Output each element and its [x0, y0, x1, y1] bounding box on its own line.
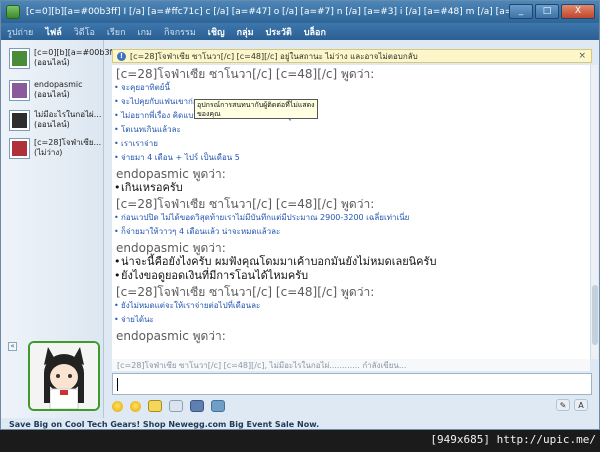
message-speaker: [c=28]โจฟ่าเซีย ซาโนวา[/c] [c=48][/c] พู…	[116, 67, 375, 81]
minimize-button[interactable]: _	[509, 4, 533, 19]
background-icon[interactable]	[211, 400, 225, 412]
wink-icon[interactable]	[130, 400, 141, 412]
menu-block[interactable]: บล็อก	[304, 25, 326, 39]
window-title: [c=0][b][a=#00b3ff] I [/a] [a=#ffc71c] c…	[26, 7, 531, 17]
contact-item[interactable]: endopasmic (ออนไลน์)	[9, 80, 101, 110]
my-display-picture[interactable]	[28, 341, 100, 411]
message-speaker: endopasmic พูดว่า:	[116, 167, 226, 181]
nudge-icon[interactable]	[148, 400, 162, 412]
collapse-sidebar-button[interactable]: «	[8, 342, 17, 351]
contact-status: (ออนไลน์)	[34, 120, 70, 129]
message-input[interactable]	[112, 373, 592, 395]
menu-games[interactable]: เกม	[138, 25, 152, 39]
menu-photos[interactable]: รูปถ่าย	[7, 25, 33, 39]
contact-name: endopasmic	[34, 80, 83, 89]
handwriting-mode-icon[interactable]: ✎	[556, 399, 570, 411]
font-icon[interactable]	[190, 400, 204, 412]
contact-name: [c=0][b][a=#00b3f...	[34, 48, 120, 57]
menu-call[interactable]: เรียก	[107, 25, 126, 39]
messenger-app-icon	[6, 5, 20, 19]
notification-text: [c=28]โจฟ่าเซีย ซาโนวา[/c] [c=48][/c] อย…	[130, 51, 418, 61]
contact-status: (ไม่ว่าง)	[34, 148, 63, 157]
contact-picture-image	[12, 51, 27, 66]
contact-status: (ออนไลน์)	[34, 58, 70, 67]
message-speaker: [c=28]โจฟ่าเซีย ซาโนวา[/c] [c=48][/c] พู…	[116, 285, 375, 299]
message-speaker: endopasmic พูดว่า:	[116, 241, 226, 255]
contact-picture	[9, 110, 30, 131]
scrollbar-thumb[interactable]	[592, 285, 598, 345]
maximize-button[interactable]: □	[535, 4, 559, 19]
contacts-sidebar: [c=0][b][a=#00b3f... (ออนไลน์) endopasmi…	[1, 40, 119, 429]
message-line: ไม่อยากพี่เรื่อง คิดแบบของเราอย่างรับรอง…	[112, 109, 590, 123]
contact-picture-image	[12, 141, 27, 156]
menu-groups[interactable]: กลุ่ม	[237, 25, 254, 39]
title-bar: [c=0][b][a=#00b3ff] I [/a] [a=#ffc71c] c…	[1, 1, 599, 23]
message-line: เราเราจ่าย	[112, 137, 590, 151]
handwriting-tools: ✎ A	[556, 399, 588, 411]
voice-clip-icon[interactable]	[169, 400, 183, 412]
anime-avatar-image	[30, 343, 98, 409]
contact-picture	[9, 138, 30, 159]
input-toolbar: ✎ A	[112, 399, 592, 413]
conversation-scrollbar[interactable]	[590, 65, 598, 359]
contact-item[interactable]: ไม่มีอะไรในกอไผ่... (ออนไลน์)	[9, 110, 101, 140]
contact-item[interactable]: [c=28]โจฟ่าเซีย... (ไม่ว่าง)	[9, 138, 101, 168]
conversation-area[interactable]: [c=28]โจฟ่าเซีย ซาโนวา[/c] [c=48][/c] พู…	[112, 65, 590, 359]
menu-invite[interactable]: เชิญ	[208, 25, 225, 39]
message-line: ยังไม่หมดแต่จะให้เราจ่ายต่อไปที่เดือนละ	[112, 299, 590, 313]
contact-picture	[9, 80, 30, 101]
close-button[interactable]: X	[561, 4, 595, 19]
menu-video[interactable]: วิดีโอ	[74, 25, 95, 39]
message-line: ก่อนเวปปิด ไม่ได้ขอดวิสุดท้ายเราไม่มีบัน…	[112, 211, 590, 225]
contact-status: (ออนไลน์)	[34, 90, 70, 99]
contact-picture-image	[12, 83, 27, 98]
typing-status: [c=28]โจฟ่าเซีย ซาโนวา[/c] [c=48][/c], ไ…	[112, 359, 590, 371]
window-controls: _ □ X	[509, 4, 595, 19]
message-speaker: [c=28]โจฟ่าเซีย ซาโนวา[/c] [c=48][/c] พู…	[116, 197, 375, 211]
contact-name: ไม่มีอะไรในกอไผ่...	[34, 110, 102, 119]
message-line: น่าจะนี้คือยังไงครับ ผมฟังคุณโดมมาเค้าบอ…	[112, 255, 590, 269]
contact-name: [c=28]โจฟ่าเซีย...	[34, 138, 102, 147]
message-line: เกินเหรอครับ	[112, 181, 590, 195]
contact-picture	[9, 48, 30, 69]
tooltip: อุปกรณ์การสนทนากับผู้ติดต่อที่ไม่แสดงของ…	[194, 99, 318, 119]
contact-item[interactable]: [c=0][b][a=#00b3f... (ออนไลน์)	[9, 48, 119, 78]
message-line: จ่ายได้นะ	[112, 313, 590, 327]
menu-files[interactable]: ไฟล์	[45, 25, 61, 39]
contact-picture-image	[12, 113, 27, 128]
message-line: ก็จ่ายมาให้วาวๆ 4 เดือนแล้ว น่าจะหมดแล้ว…	[112, 225, 590, 239]
emoticon-icon[interactable]	[112, 400, 123, 412]
action-menu-bar: รูปถ่าย ไฟล์ วิดีโอ เรียก เกม กิจกรรม เช…	[1, 23, 599, 40]
text-mode-icon[interactable]: A	[574, 399, 588, 411]
menu-history[interactable]: ประวัติ	[266, 25, 292, 39]
status-notification-bar: ! [c=28]โจฟ่าเซีย ซาโนวา[/c] [c=48][/c] …	[112, 49, 592, 63]
image-watermark: [949x685] http://upic.me/	[430, 433, 596, 446]
message-line: จะคุยอาทิตย์นี้	[112, 81, 590, 95]
text-caret	[117, 378, 118, 391]
info-icon: !	[117, 51, 126, 61]
dismiss-notification-button[interactable]: ×	[578, 51, 586, 61]
advertisement-bar[interactable]: Save Big on Cool Tech Gears! Shop Newegg…	[1, 418, 599, 429]
message-line: จ่ายมา 4 เดือน + ไปร์ เป็นเดือน 5	[112, 151, 590, 165]
message-line: โตเนทเกินแล้วละ	[112, 123, 590, 137]
messenger-window: [c=0][b][a=#00b3ff] I [/a] [a=#ffc71c] c…	[0, 0, 600, 430]
message-line: ยังไงขอดูยอดเงินที่มีการโอนได้ไหมครับ	[112, 269, 590, 283]
message-line: จะไปคุยกับแฟนเขาก่อน	[112, 95, 590, 109]
message-speaker: endopasmic พูดว่า:	[116, 329, 226, 343]
menu-activities[interactable]: กิจกรรม	[164, 25, 196, 39]
